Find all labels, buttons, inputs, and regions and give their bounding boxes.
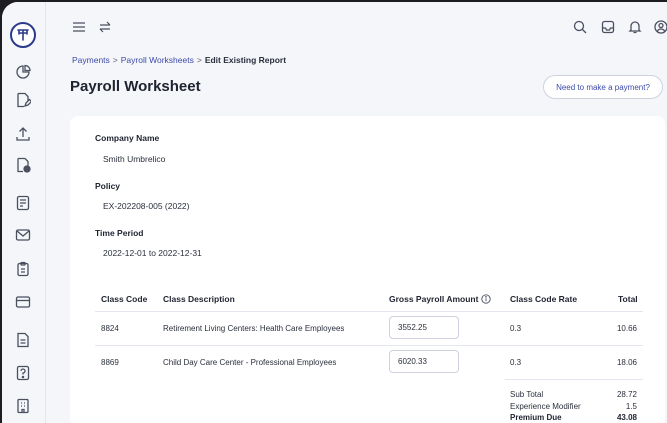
row-2-class-code: 8869: [101, 358, 119, 367]
premium-due-label: Premium Due: [510, 413, 562, 422]
row-1-total: 10.66: [616, 324, 637, 333]
company-name-label: Company Name: [95, 133, 160, 143]
pie-chart-icon[interactable]: [15, 64, 31, 80]
list-document-icon[interactable]: [15, 195, 31, 211]
experience-modifier-label: Experience Modifier: [510, 402, 581, 411]
breadcrumb-current: Edit Existing Report: [204, 55, 287, 65]
help-icon[interactable]: [15, 365, 31, 381]
row-2-class-code-rate: 0.3: [510, 358, 522, 367]
row-1-payroll-input[interactable]: [389, 316, 459, 339]
breadcrumb-payments[interactable]: Payments: [72, 55, 110, 65]
document-edit-icon[interactable]: [15, 92, 33, 108]
breadcrumb: Payments > Payroll Worksheets > Edit Existin…: [72, 55, 286, 65]
row-1-class-description: Retirement Living Centers: Health Care E…: [163, 324, 345, 333]
premium-due-value: 43.08: [616, 413, 637, 422]
sidebar: [2, 2, 46, 423]
breadcrumb-separator: >: [112, 55, 118, 65]
info-icon[interactable]: [481, 294, 492, 304]
header-gross-payroll-label: Gross Payroll Amount: [389, 294, 479, 304]
page-title: Payroll Worksheet: [70, 78, 201, 95]
row-1-class-code-rate: 0.3: [510, 324, 522, 333]
document-check-icon[interactable]: [15, 157, 31, 173]
logo-icon[interactable]: [10, 22, 36, 48]
breadcrumb-separator: >: [196, 55, 202, 65]
inbox-icon[interactable]: [601, 20, 615, 34]
policy-label: Policy: [95, 181, 121, 191]
make-payment-button[interactable]: Need to make a payment?: [543, 75, 663, 99]
time-period-label: Time Period: [95, 228, 144, 238]
header-class-code: Class Code: [101, 294, 148, 304]
row-2-total: 18.06: [616, 358, 637, 367]
top-bar: [46, 2, 667, 50]
file-icon[interactable]: [15, 332, 31, 348]
header-class-code-rate: Class Code Rate: [510, 294, 578, 304]
screen-frame: Payments > Payroll Worksheets > Edit Existin…: [0, 0, 667, 423]
row-2-payroll-input[interactable]: [389, 350, 459, 373]
user-icon[interactable]: [654, 20, 667, 34]
upload-icon[interactable]: [15, 126, 31, 142]
policy-value: EX-202208-005 (2022): [103, 201, 190, 211]
experience-modifier-value: 1.5: [625, 402, 637, 411]
header-gross-payroll: Gross Payroll Amount: [389, 294, 492, 304]
menu-icon[interactable]: [72, 20, 86, 34]
clipboard-icon[interactable]: [15, 261, 31, 277]
row-2-class-description: Child Day Care Center - Professional Emp…: [163, 358, 337, 367]
header-class-description: Class Description: [163, 294, 235, 304]
company-name-value: Smith Umbrelico: [103, 154, 166, 164]
subtotal-label: Sub Total: [510, 390, 544, 399]
divider: [95, 345, 643, 346]
header-total: Total: [618, 294, 638, 304]
credit-card-icon[interactable]: [15, 294, 31, 310]
divider: [505, 379, 643, 380]
bell-icon[interactable]: [628, 20, 642, 34]
search-icon[interactable]: [573, 20, 587, 34]
breadcrumb-payroll-worksheets[interactable]: Payroll Worksheets: [121, 55, 194, 65]
building-icon[interactable]: [15, 398, 31, 414]
mail-icon[interactable]: [15, 227, 31, 243]
divider: [95, 311, 643, 312]
time-period-value: 2022-12-01 to 2022-12-31: [103, 248, 202, 258]
subtotal-value: 28.72: [616, 390, 637, 399]
swap-icon[interactable]: [98, 20, 112, 34]
row-1-class-code: 8824: [101, 324, 119, 333]
